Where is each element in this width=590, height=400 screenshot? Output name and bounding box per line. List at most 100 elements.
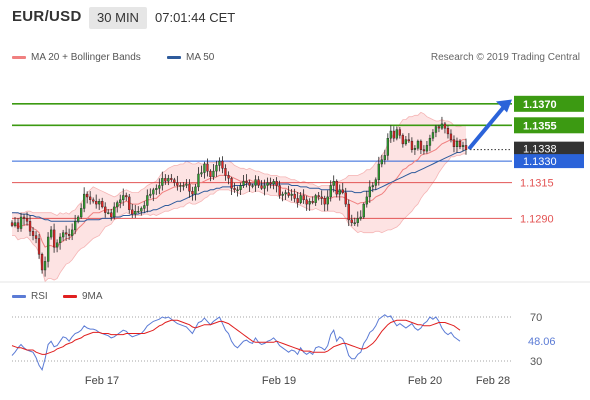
candle-body — [185, 183, 188, 186]
candle-body — [215, 165, 218, 172]
level-tag-label: 1.1290 — [520, 213, 554, 225]
candle-body — [269, 182, 272, 185]
candle-body — [446, 127, 450, 135]
candle-body — [182, 185, 185, 187]
candle-body — [212, 170, 215, 178]
candle-body — [365, 196, 368, 205]
candle-body — [338, 189, 341, 195]
level-tag-label: 1.1370 — [523, 99, 557, 111]
candle-body — [56, 242, 59, 248]
candle-body — [19, 216, 23, 229]
candle-body — [98, 200, 101, 205]
candle-body — [371, 185, 374, 188]
candle-body — [236, 189, 239, 192]
candle-body — [356, 218, 359, 223]
candle-body — [368, 186, 371, 198]
candle-body — [452, 139, 456, 148]
candle-body — [431, 132, 435, 139]
candle-body — [146, 195, 149, 206]
rsi-tick-label: 70 — [530, 312, 542, 324]
candle-body — [290, 193, 293, 196]
candle-body — [335, 180, 338, 195]
candle-body — [422, 149, 426, 152]
pivot-label: 1.1330 — [523, 156, 557, 168]
candle-body — [248, 182, 251, 186]
candle-body — [317, 195, 320, 198]
candle-body — [92, 199, 95, 202]
candle-body — [43, 261, 47, 271]
candle-body — [413, 147, 417, 150]
x-tick-label: Feb 17 — [85, 375, 119, 387]
x-tick-label: Feb 19 — [262, 375, 296, 387]
candle-body — [257, 179, 260, 186]
candle-body — [119, 199, 122, 203]
candle-body — [59, 236, 62, 243]
candle-body — [76, 216, 80, 222]
candle-body — [149, 193, 152, 196]
candle-body — [122, 195, 125, 201]
candle-body — [131, 209, 134, 215]
candle-body — [320, 196, 323, 199]
candle-body — [25, 218, 29, 222]
chart-canvas: 1.1370 1.1355 1.1315 1.1290 1.13381.1330 70 30… — [0, 95, 590, 387]
candle-body — [401, 135, 404, 145]
candle-body — [326, 196, 329, 205]
current-price-label: 1.1338 — [523, 144, 557, 156]
candle-body — [359, 216, 362, 219]
candle-body — [323, 198, 326, 205]
candle-body — [392, 130, 395, 139]
candle-body — [386, 137, 389, 156]
candle-body — [362, 203, 365, 218]
candle-body — [158, 185, 161, 189]
candle-body — [161, 178, 164, 186]
candle-body — [389, 130, 392, 139]
candle-body — [341, 189, 344, 193]
candle-body — [73, 221, 77, 231]
candle-body — [110, 212, 113, 218]
candle-body — [314, 195, 317, 203]
candle-body — [374, 179, 377, 186]
candle-body — [203, 163, 206, 173]
candle-body — [443, 123, 447, 129]
candle-body — [437, 126, 441, 129]
level-tag-label: 1.1355 — [523, 120, 557, 132]
candle-body — [209, 170, 212, 178]
candle-body — [254, 179, 257, 186]
candle-body — [278, 185, 281, 196]
candle-body — [104, 206, 107, 213]
candle-body — [67, 233, 71, 236]
candle-body — [10, 222, 14, 226]
candle-body — [251, 185, 254, 187]
candle-body — [31, 231, 35, 236]
candle-body — [107, 212, 110, 214]
candle-body — [281, 193, 284, 196]
candle-body — [70, 229, 74, 236]
candle-body — [152, 189, 155, 195]
candle-body — [404, 139, 407, 145]
candle-body — [407, 139, 410, 142]
candle-body — [179, 185, 182, 187]
candle-body — [134, 210, 137, 215]
candle-body — [428, 137, 432, 146]
candle-body — [173, 179, 176, 183]
candle-body — [62, 232, 65, 238]
candle-body — [28, 221, 32, 232]
candle-body — [176, 182, 179, 186]
candle-body — [37, 238, 41, 255]
candle-body — [34, 235, 38, 239]
rsi-ma9-line — [11, 319, 461, 355]
forecast-arrow — [468, 103, 507, 150]
candle-body — [88, 196, 92, 200]
candle-body — [308, 200, 311, 205]
candle-body — [434, 126, 438, 133]
candle-body — [296, 198, 299, 203]
candle-body — [137, 210, 140, 213]
candle-body — [164, 178, 167, 182]
candle-body — [425, 145, 429, 152]
candle-body — [95, 200, 98, 205]
candle-body — [50, 229, 53, 238]
candle-body — [191, 190, 194, 195]
candle-body — [377, 163, 380, 181]
candle-body — [410, 140, 414, 150]
candle-body — [155, 188, 158, 190]
